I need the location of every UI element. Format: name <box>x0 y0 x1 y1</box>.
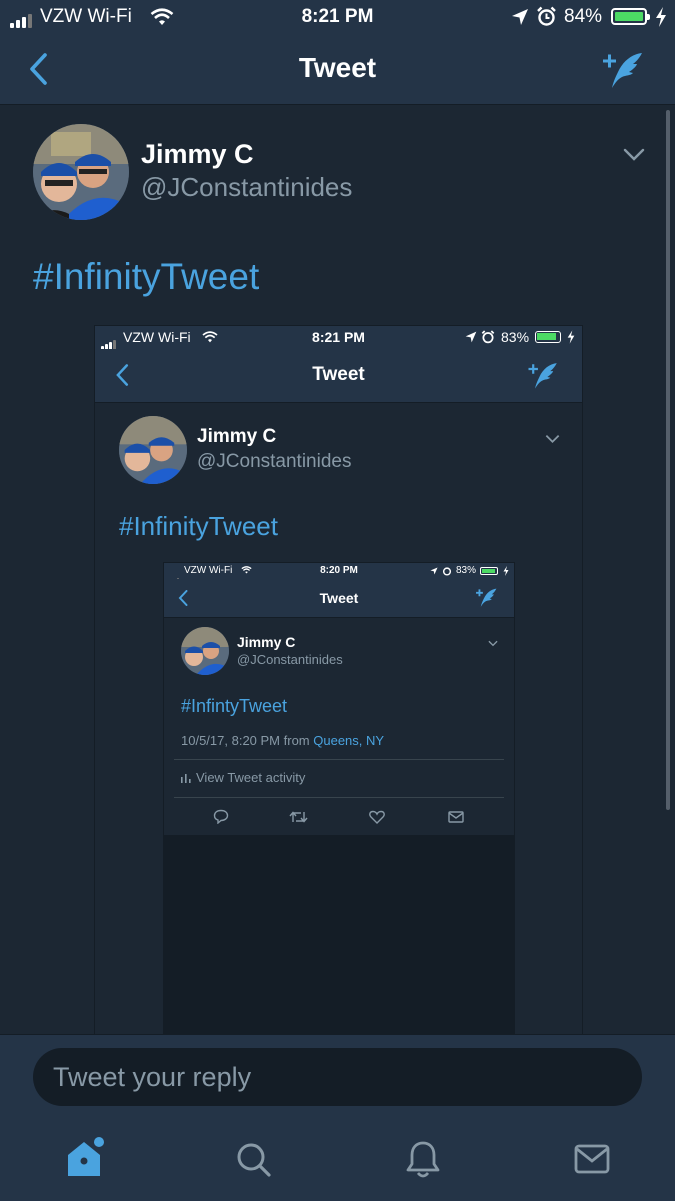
location-arrow-icon <box>512 9 528 25</box>
location-arrow-icon <box>465 331 477 343</box>
status-bar: VZW Wi-Fi 8:21 PM 84% <box>0 0 675 36</box>
nested-title: Tweet <box>312 364 365 385</box>
tab-messages[interactable] <box>574 1144 610 1174</box>
battery-icon <box>480 567 498 575</box>
author-handle: @JConstantinides <box>237 652 343 667</box>
compose-icon <box>528 363 557 389</box>
avatar <box>119 416 187 484</box>
tweet-activity-label: View Tweet activity <box>196 770 306 785</box>
author-handle: @JConstantinides <box>197 451 352 472</box>
page-title: Tweet <box>298 52 377 83</box>
compose-tweet-button[interactable] <box>601 50 645 90</box>
location-arrow-icon <box>430 567 438 575</box>
tweet-timestamp: 10/5/17, 8:20 PM from Queens, NY <box>181 733 384 748</box>
charging-bolt-icon <box>656 7 666 27</box>
empty-area <box>164 835 514 1035</box>
compose-icon <box>476 588 497 607</box>
timestamp-text: 10/5/17, 8:20 PM from <box>181 733 310 748</box>
chevron-down-icon <box>488 640 498 647</box>
battery-percent: 83% <box>456 565 477 576</box>
direct-message-icon <box>448 811 464 823</box>
avatar <box>181 627 229 675</box>
alarm-icon <box>481 330 495 344</box>
nested-media-screenshot: VZW Wi-Fi 8:20 PM 83% Tweet Jimmy C @JCo… <box>163 562 515 1035</box>
divider <box>174 797 504 798</box>
tab-home[interactable] <box>63 1134 107 1178</box>
author-name: Jimmy C <box>237 634 296 650</box>
divider <box>174 759 504 760</box>
nested-status-bar: VZW Wi-Fi 8:21 PM 83% <box>95 326 582 350</box>
tab-bar <box>0 1126 675 1200</box>
like-icon <box>369 810 385 824</box>
tab-search[interactable] <box>236 1142 272 1178</box>
reply-input[interactable]: Tweet your reply <box>33 1048 642 1106</box>
alarm-icon <box>537 6 556 26</box>
chevron-down-icon <box>545 434 560 443</box>
battery-percent: 84% <box>564 6 603 27</box>
nested-title: Tweet <box>319 590 359 606</box>
alarm-icon <box>442 567 452 576</box>
battery-icon <box>611 8 650 25</box>
tab-notifications[interactable] <box>405 1140 441 1180</box>
hashtag-text: #InfinityTweet <box>119 511 278 541</box>
nested-nav-bar: Tweet <box>95 349 582 403</box>
battery-percent: 83% <box>501 329 530 345</box>
nested-nav-bar: Tweet <box>164 579 514 618</box>
retweet-icon <box>289 811 308 823</box>
nav-bar: Tweet <box>0 36 675 105</box>
charging-bolt-icon <box>567 330 575 344</box>
chevron-down-icon[interactable] <box>623 148 645 162</box>
author-handle[interactable]: @JConstantinides <box>141 172 352 203</box>
hashtag-text: #InfintyTweet <box>181 696 288 716</box>
nested-status-bar: VZW Wi-Fi 8:20 PM 83% <box>164 563 514 585</box>
hashtag-link[interactable]: #InfinityTweet <box>33 256 259 298</box>
scrollbar[interactable] <box>666 110 670 810</box>
tweet-media-screenshot[interactable]: VZW Wi-Fi 8:21 PM 83% Tweet Jimmy C @JCo… <box>94 325 583 1036</box>
tweet-activity-row: View Tweet activity <box>181 770 305 785</box>
reply-icon <box>213 809 229 824</box>
reply-placeholder: Tweet your reply <box>53 1062 252 1092</box>
author-name[interactable]: Jimmy C <box>141 139 254 170</box>
charging-bolt-icon <box>503 566 509 576</box>
author-name: Jimmy C <box>197 426 277 447</box>
battery-icon <box>535 331 561 343</box>
location-link: Queens, NY <box>313 733 385 748</box>
avatar[interactable] <box>33 124 129 220</box>
bar-chart-icon <box>181 774 191 783</box>
